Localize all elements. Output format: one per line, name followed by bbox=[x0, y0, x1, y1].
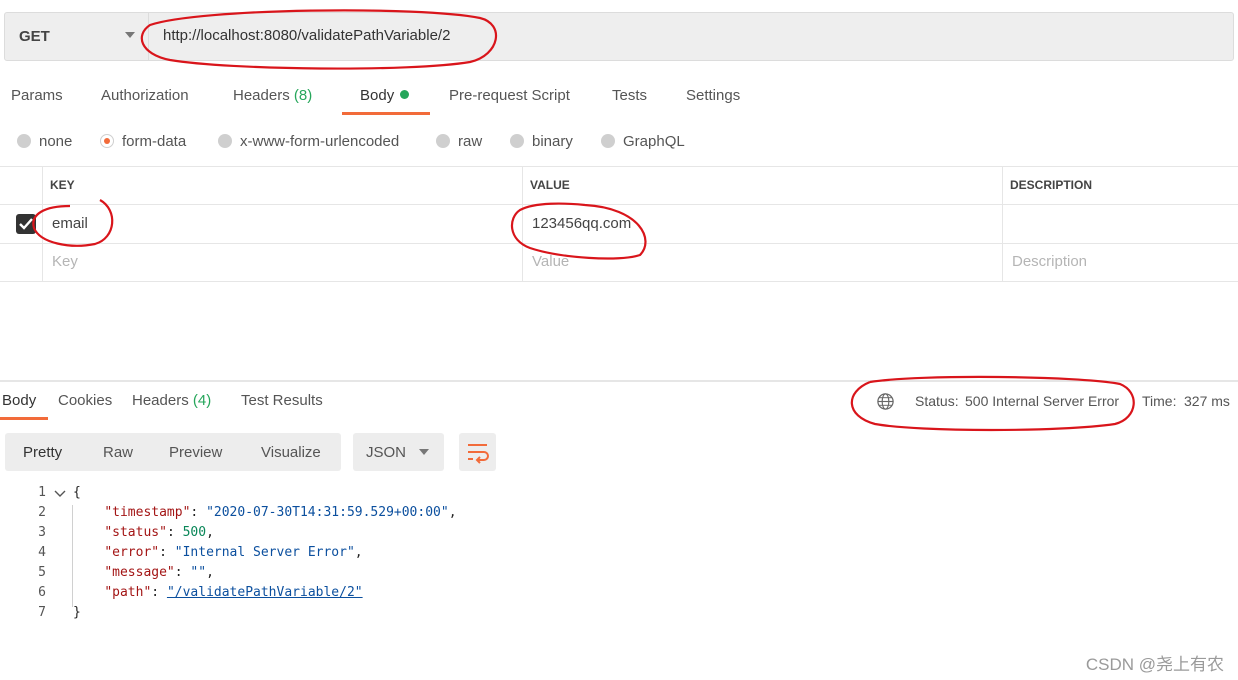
line-number: 3 bbox=[38, 525, 46, 540]
status-value: 500 Internal Server Error bbox=[965, 393, 1120, 409]
tab-settings[interactable]: Settings bbox=[686, 87, 740, 104]
response-tab-headers[interactable]: Headers (4) bbox=[132, 392, 211, 409]
line-number: 7 bbox=[38, 605, 46, 620]
code-line: "path": "/validatePathVariable/2" bbox=[104, 585, 363, 600]
response-tab-headers-label: Headers bbox=[132, 392, 189, 409]
chevron-down-icon bbox=[125, 32, 135, 38]
method-select[interactable]: GET bbox=[5, 13, 149, 60]
radio-urlencoded[interactable]: x-www-form-urlencoded bbox=[218, 133, 399, 150]
new-key-input[interactable]: Key bbox=[52, 253, 78, 270]
tab-params[interactable]: Params bbox=[11, 87, 63, 104]
radio-selected-icon bbox=[100, 134, 114, 148]
new-description-input[interactable]: Description bbox=[1012, 253, 1087, 270]
radio-graphql[interactable]: GraphQL bbox=[601, 133, 685, 150]
table-border bbox=[0, 204, 1238, 205]
view-preview-button[interactable]: Preview bbox=[169, 444, 222, 461]
table-border bbox=[0, 243, 1238, 244]
line-number: 1 bbox=[38, 485, 46, 500]
time-value: 327 ms bbox=[1184, 393, 1230, 409]
chevron-down-icon bbox=[419, 449, 429, 455]
response-tab-test-results[interactable]: Test Results bbox=[241, 392, 323, 409]
code-line: { bbox=[73, 485, 81, 500]
tab-body-label: Body bbox=[360, 87, 395, 104]
view-visualize-button[interactable]: Visualize bbox=[261, 444, 321, 461]
wrap-lines-button[interactable] bbox=[459, 433, 496, 471]
table-border bbox=[0, 281, 1238, 282]
method-label: GET bbox=[19, 28, 50, 45]
watermark: CSDN @尧上有农 bbox=[1085, 655, 1224, 674]
code-line: "error": "Internal Server Error", bbox=[104, 545, 363, 560]
radio-label: binary bbox=[532, 133, 573, 150]
radio-binary[interactable]: binary bbox=[510, 133, 573, 150]
new-value-input[interactable]: Value bbox=[532, 253, 569, 270]
radio-label: raw bbox=[458, 133, 483, 150]
globe-icon[interactable] bbox=[876, 392, 895, 411]
code-line: "timestamp": "2020-07-30T14:31:59.529+00… bbox=[104, 505, 457, 520]
url-input[interactable]: http://localhost:8080/validatePathVariab… bbox=[163, 27, 450, 44]
status-label: Status: bbox=[915, 393, 959, 409]
table-column-divider bbox=[522, 166, 523, 281]
response-tab-cookies[interactable]: Cookies bbox=[58, 392, 112, 409]
pane-splitter[interactable] bbox=[0, 380, 1238, 382]
tab-authorization[interactable]: Authorization bbox=[101, 87, 189, 104]
param-key-cell[interactable]: email bbox=[52, 215, 88, 232]
time-label: Time: bbox=[1142, 393, 1177, 409]
radio-label: GraphQL bbox=[623, 133, 685, 150]
radio-circle-icon bbox=[17, 134, 31, 148]
radio-raw[interactable]: raw bbox=[436, 133, 482, 150]
radio-circle-icon bbox=[601, 134, 615, 148]
row-enabled-checkbox[interactable] bbox=[16, 214, 36, 234]
table-column-divider bbox=[1002, 166, 1003, 281]
radio-label: form-data bbox=[122, 133, 187, 150]
active-tab-indicator bbox=[342, 112, 430, 115]
tab-headers[interactable]: Headers (8) bbox=[233, 87, 312, 104]
headers-count-badge: (8) bbox=[293, 87, 313, 104]
radio-label: x-www-form-urlencoded bbox=[240, 133, 400, 150]
radio-circle-icon bbox=[510, 134, 524, 148]
code-line: "status": 500, bbox=[104, 525, 214, 540]
radio-label: none bbox=[39, 133, 73, 150]
line-number: 2 bbox=[38, 505, 46, 520]
active-response-tab-indicator bbox=[0, 417, 48, 420]
code-line: "message": "", bbox=[104, 565, 214, 580]
column-header-key: KEY bbox=[50, 178, 75, 192]
radio-none[interactable]: none bbox=[17, 133, 72, 150]
body-active-dot-icon bbox=[400, 90, 410, 99]
view-pretty-button[interactable]: Pretty bbox=[23, 444, 62, 461]
code-line: } bbox=[73, 605, 81, 620]
tab-tests[interactable]: Tests bbox=[612, 87, 647, 104]
response-headers-count-badge: (4) bbox=[192, 392, 212, 409]
wrap-lines-icon bbox=[468, 444, 489, 464]
request-url-bar: GET http://localhost:8080/validatePathVa… bbox=[4, 12, 1234, 61]
column-header-description: DESCRIPTION bbox=[1010, 178, 1093, 192]
response-tab-body[interactable]: Body bbox=[2, 392, 36, 409]
view-raw-button[interactable]: Raw bbox=[103, 444, 133, 461]
fold-chevron-icon[interactable] bbox=[54, 489, 66, 499]
tab-headers-label: Headers bbox=[233, 87, 290, 104]
check-icon bbox=[19, 218, 33, 230]
line-number: 5 bbox=[38, 565, 46, 580]
radio-circle-icon bbox=[218, 134, 232, 148]
tab-body[interactable]: Body bbox=[360, 87, 410, 104]
line-number: 6 bbox=[38, 585, 46, 600]
column-header-value: VALUE bbox=[530, 178, 570, 192]
table-column-divider bbox=[42, 166, 43, 281]
path-link[interactable]: "/validatePathVariable/2" bbox=[167, 585, 363, 600]
line-number: 4 bbox=[38, 545, 46, 560]
radio-form-data[interactable]: form-data bbox=[100, 133, 186, 150]
table-border bbox=[0, 166, 1238, 167]
param-value-cell[interactable]: 123456qq.com bbox=[532, 215, 631, 232]
radio-circle-icon bbox=[436, 134, 450, 148]
tab-prerequest-script[interactable]: Pre-request Script bbox=[449, 87, 570, 104]
format-label: JSON bbox=[366, 444, 407, 461]
